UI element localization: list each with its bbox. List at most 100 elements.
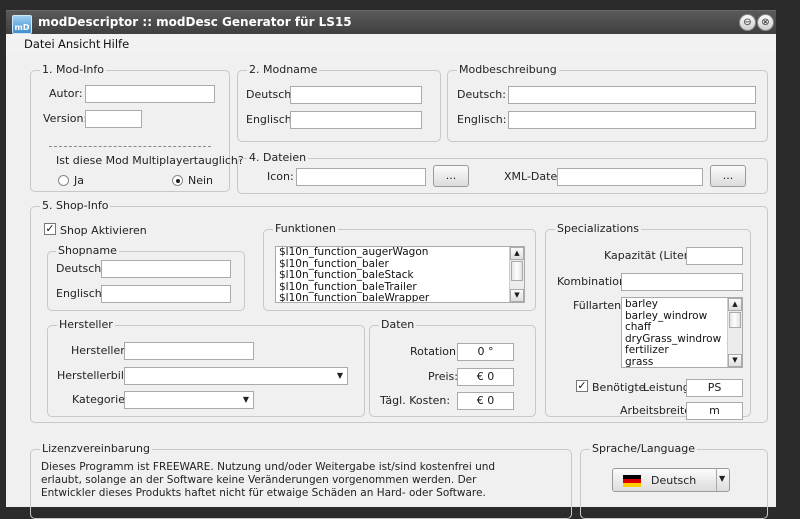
kapazitaet-input[interactable] [686, 247, 743, 265]
scroll-thumb[interactable] [729, 312, 741, 328]
group-modname: 2. Modname Deutsch: Englisch: [237, 63, 441, 142]
xml-path-input[interactable] [557, 168, 703, 186]
beschreibung-deutsch-input[interactable] [508, 86, 756, 104]
hersteller-input[interactable] [124, 342, 254, 360]
minimize-icon[interactable]: ⊖ [739, 14, 756, 31]
kombination-input[interactable] [621, 273, 743, 291]
kategorie-dropdown[interactable]: ▼ [124, 391, 254, 409]
group-funktionen: Funktionen $l10n_function_augerWagon $l1… [263, 222, 536, 311]
modname-englisch-input[interactable] [290, 111, 422, 129]
group-modbeschreibung: Modbeschreibung Deutsch: Englisch: [447, 63, 768, 142]
scroll-up-icon[interactable]: ▲ [728, 298, 742, 311]
group-mod-info-legend: 1. Mod-Info [40, 63, 106, 76]
modname-deutsch-input[interactable] [290, 86, 422, 104]
app-logo-text: mD [14, 23, 30, 32]
group-modbeschreibung-legend: Modbeschreibung [457, 63, 559, 76]
chevron-down-icon[interactable]: ▼ [239, 392, 253, 408]
fuellart-item[interactable]: barley [622, 298, 742, 311]
group-language: Sprache/Language Deutsch ▼ [580, 442, 768, 519]
kosten-input[interactable]: € 0 [457, 392, 514, 410]
icon-label: Icon: [267, 170, 294, 183]
funktionen-list[interactable]: $l10n_function_augerWagon $l10n_function… [275, 246, 525, 303]
xml-label: XML-Datei: [504, 170, 564, 183]
main-window: Datei Ansicht Hilfe 1. Mod-Info Autor: V… [6, 34, 776, 519]
separator [49, 146, 211, 147]
shopname-deutsch-input[interactable] [101, 260, 231, 278]
group-hersteller-legend: Hersteller [57, 318, 115, 331]
herstellerbild-label: Herstellerbild: [57, 369, 135, 382]
group-specializations: Specializations Kapazität (Liter): Kombi… [545, 222, 751, 420]
arbeitsbreite-input[interactable]: m [686, 402, 743, 420]
icon-path-input[interactable] [296, 168, 426, 186]
benoetigte-label: Benötigte [592, 381, 646, 394]
herstellerbild-dropdown[interactable]: ▼ [124, 367, 348, 385]
chevron-down-icon[interactable]: ▼ [719, 474, 725, 483]
german-flag-icon [623, 475, 641, 487]
scroll-thumb[interactable] [511, 261, 523, 281]
xml-browse-button[interactable]: ... [710, 165, 746, 187]
group-daten: Daten Rotation: 0 ° Preis: € 0 Tägl. Kos… [369, 318, 536, 417]
group-hersteller: Hersteller Hersteller: Herstellerbild: ▼… [47, 318, 365, 417]
group-lizenz-legend: Lizenzvereinbarung [40, 442, 152, 455]
group-funktionen-legend: Funktionen [273, 222, 338, 235]
fuellarten-list[interactable]: barley barley_windrow chaff dryGrass_win… [621, 297, 743, 368]
radio-nein-label: Nein [188, 174, 214, 187]
kombination-label: Kombination: [557, 275, 630, 288]
fuellart-item[interactable]: grass [622, 356, 742, 367]
hersteller-label: Hersteller: [71, 344, 129, 357]
leistung-input[interactable]: PS [686, 379, 743, 397]
preis-label: Preis: [428, 370, 458, 383]
funktion-item[interactable]: $l10n_function_baleWrapper [276, 292, 524, 302]
fuellart-item[interactable]: chaff [622, 321, 742, 334]
leistung-checkbox[interactable]: ✓ [576, 380, 588, 392]
scroll-up-icon[interactable]: ▲ [510, 247, 524, 260]
fuellarten-label: Füllarten: [573, 299, 625, 312]
group-lizenz: Lizenzvereinbarung Dieses Programm ist F… [30, 442, 572, 519]
app-logo-icon: mD [12, 15, 32, 34]
menu-ansicht[interactable]: Ansicht [58, 37, 100, 51]
funktion-item[interactable]: $l10n_function_baleStack [276, 269, 524, 282]
autor-label: Autor: [49, 87, 83, 100]
group-language-legend: Sprache/Language [590, 442, 698, 455]
menu-datei[interactable]: Datei [24, 37, 55, 51]
beschreibung-englisch-input[interactable] [508, 111, 756, 129]
group-specializations-legend: Specializations [555, 222, 642, 235]
group-shop-info-legend: 5. Shop-Info [40, 199, 111, 212]
group-shop-info: 5. Shop-Info ✓ Shop Aktivieren Shopname … [30, 199, 768, 423]
funktionen-scrollbar[interactable]: ▲ ▼ [509, 247, 524, 302]
title-bar[interactable]: mD modDescriptor :: modDesc Generator fü… [6, 10, 776, 35]
autor-input[interactable] [85, 85, 215, 103]
fuellarten-scrollbar[interactable]: ▲ ▼ [727, 298, 742, 367]
modname-englisch-label: Englisch: [246, 113, 296, 126]
shop-aktivieren-checkbox[interactable]: ✓ [44, 223, 56, 235]
shopname-englisch-input[interactable] [101, 285, 231, 303]
version-label: Version: [43, 112, 88, 125]
kategorie-label: Kategorie: [72, 393, 129, 406]
radio-ja-label: Ja [74, 174, 84, 187]
chevron-down-icon[interactable]: ▼ [333, 368, 347, 384]
kapazitaet-label: Kapazität (Liter): [604, 249, 697, 262]
shop-aktivieren-label: Shop Aktivieren [60, 224, 147, 237]
beschreibung-englisch-label: Englisch: [457, 113, 507, 126]
scroll-down-icon[interactable]: ▼ [510, 289, 524, 302]
fuellart-item[interactable]: fertilizer [622, 344, 742, 357]
window-title: modDescriptor :: modDesc Generator für L… [38, 15, 352, 29]
rotation-label: Rotation: [410, 345, 460, 358]
rotation-input[interactable]: 0 ° [457, 343, 514, 361]
group-modname-legend: 2. Modname [247, 63, 320, 76]
version-input[interactable] [85, 110, 142, 128]
funktion-item[interactable]: $l10n_function_augerWagon [276, 247, 524, 259]
menu-hilfe[interactable]: Hilfe [103, 37, 129, 51]
scroll-down-icon[interactable]: ▼ [728, 354, 742, 367]
preis-input[interactable]: € 0 [457, 368, 514, 386]
group-shopname-legend: Shopname [56, 244, 119, 257]
group-dateien: 4. Dateien Icon: ... XML-Datei: ... [237, 151, 768, 194]
shopname-deutsch-label: Deutsch: [56, 262, 105, 275]
radio-nein[interactable] [172, 175, 183, 186]
radio-ja[interactable] [58, 175, 69, 186]
group-daten-legend: Daten [379, 318, 417, 331]
language-selected: Deutsch [651, 474, 697, 487]
language-dropdown[interactable]: Deutsch ▼ [612, 468, 730, 492]
icon-browse-button[interactable]: ... [433, 165, 469, 187]
close-icon[interactable]: ⊗ [757, 14, 774, 31]
